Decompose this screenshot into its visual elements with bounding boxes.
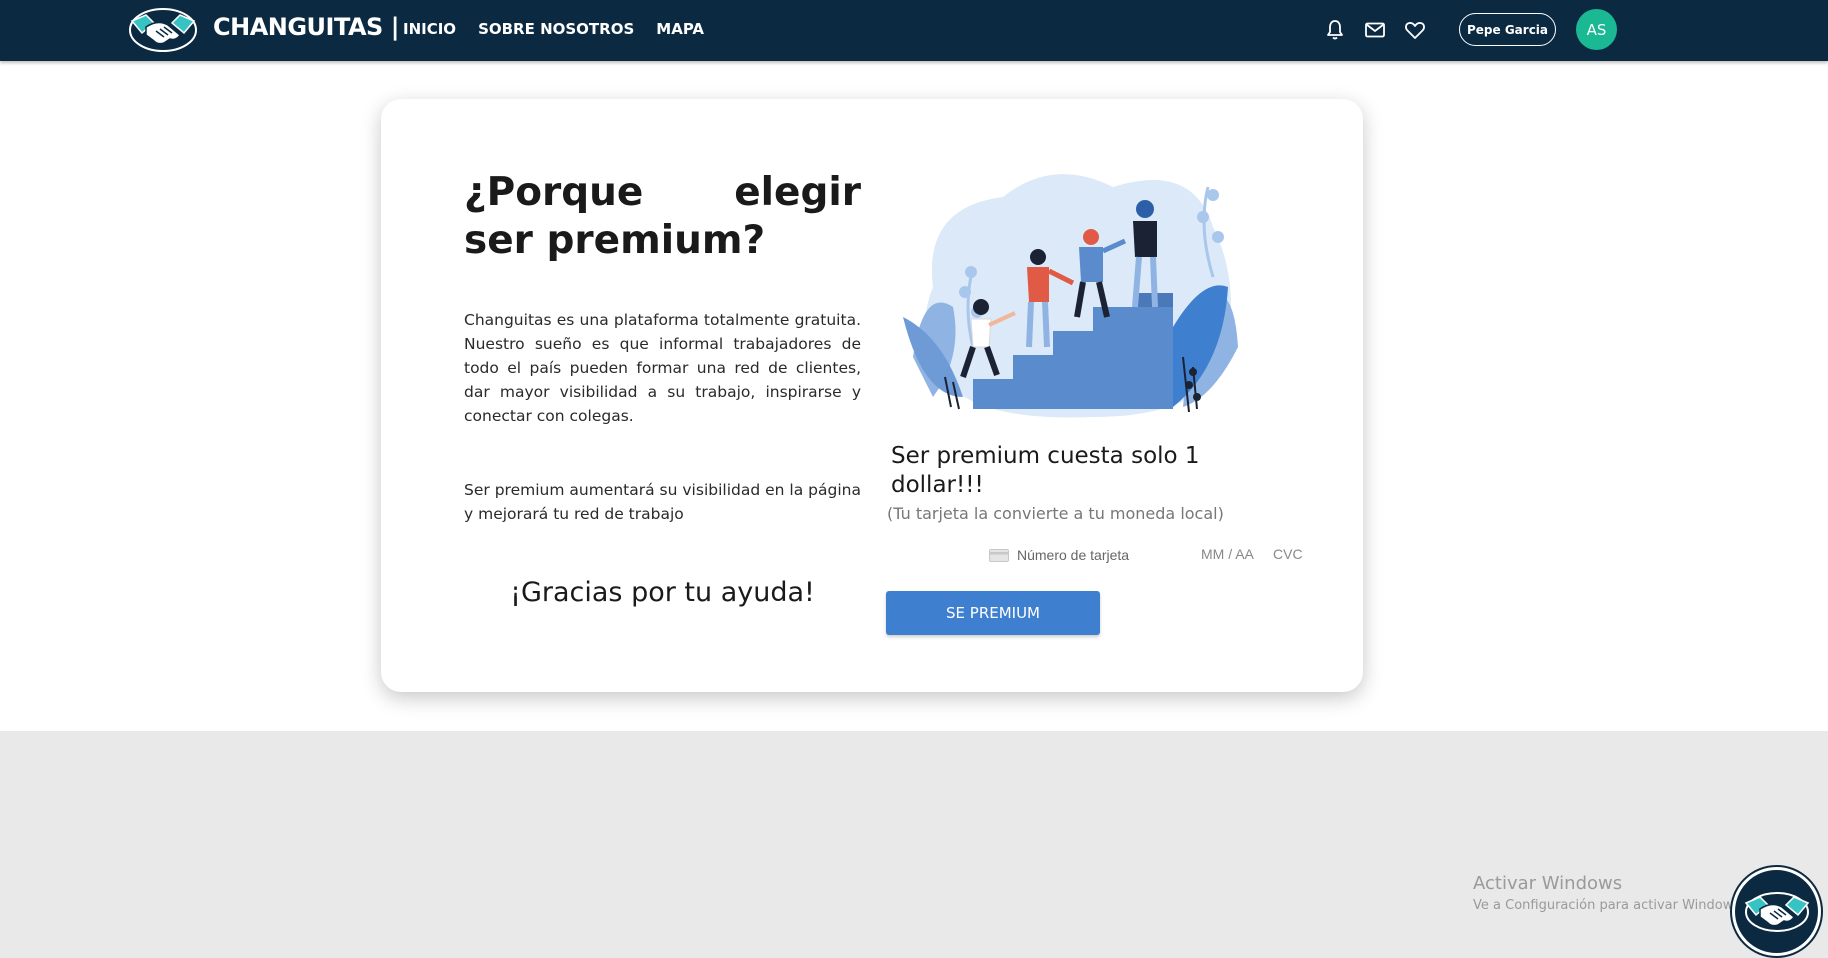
mail-icon[interactable] xyxy=(1363,18,1387,42)
credit-card-icon xyxy=(989,548,1009,562)
intro-paragraph: Changuitas es una plataforma totalmente … xyxy=(464,311,861,425)
handshake-icon xyxy=(1744,891,1809,932)
card-number-field[interactable]: Número de tarjeta xyxy=(989,543,1319,567)
footer-area xyxy=(0,731,1828,958)
page-title: ¿Porque elegir ser premium? xyxy=(464,170,861,263)
activation-title: Activar Windows xyxy=(1473,873,1623,894)
heart-icon[interactable] xyxy=(1403,18,1427,42)
user-name-button[interactable]: Pepe Garcia xyxy=(1459,13,1556,46)
team-climbing-illustration xyxy=(903,174,1238,418)
floating-chat-button[interactable] xyxy=(1732,867,1821,956)
activation-subtitle: Ve a Configuración para activar Windows. xyxy=(1473,898,1745,913)
benefit-paragraph: Ser premium aumentará su visibilidad en … xyxy=(464,481,861,523)
top-navbar: CHANGUITAS | INICIO SOBRE NOSOTROS MAPA … xyxy=(0,0,1828,61)
thanks-heading: ¡Gracias por tu ayuda! xyxy=(510,577,815,608)
premium-card: ¿Porque elegir ser premium? Changuitas e… xyxy=(381,99,1363,692)
expiry-field[interactable]: MM / AA xyxy=(1201,546,1254,562)
card-number-placeholder[interactable]: Número de tarjeta xyxy=(1017,547,1129,563)
nav-sobre-nosotros[interactable]: SOBRE NOSOTROS xyxy=(478,20,634,38)
avatar[interactable]: AS xyxy=(1576,9,1617,50)
nav-mapa[interactable]: MAPA xyxy=(656,20,704,38)
premium-title-wrap: ¿Porque elegir ser premium? xyxy=(464,169,861,265)
brand-name[interactable]: CHANGUITAS | xyxy=(213,13,399,41)
handshake-logo-icon[interactable] xyxy=(128,7,198,53)
bell-icon[interactable] xyxy=(1323,18,1347,42)
cvc-field[interactable]: CVC xyxy=(1273,546,1303,562)
se-premium-button[interactable]: SE PREMIUM xyxy=(886,591,1100,635)
main-nav: INICIO SOBRE NOSOTROS MAPA xyxy=(403,20,704,38)
premium-price: Ser premium cuesta solo 1 dollar!!! xyxy=(891,443,1200,498)
currency-note: (Tu tarjeta la convierte a tu moneda loc… xyxy=(887,504,1224,523)
windows-activation-notice: Activar Windows Ve a Configuración para … xyxy=(1473,873,1744,913)
nav-inicio[interactable]: INICIO xyxy=(403,20,456,38)
